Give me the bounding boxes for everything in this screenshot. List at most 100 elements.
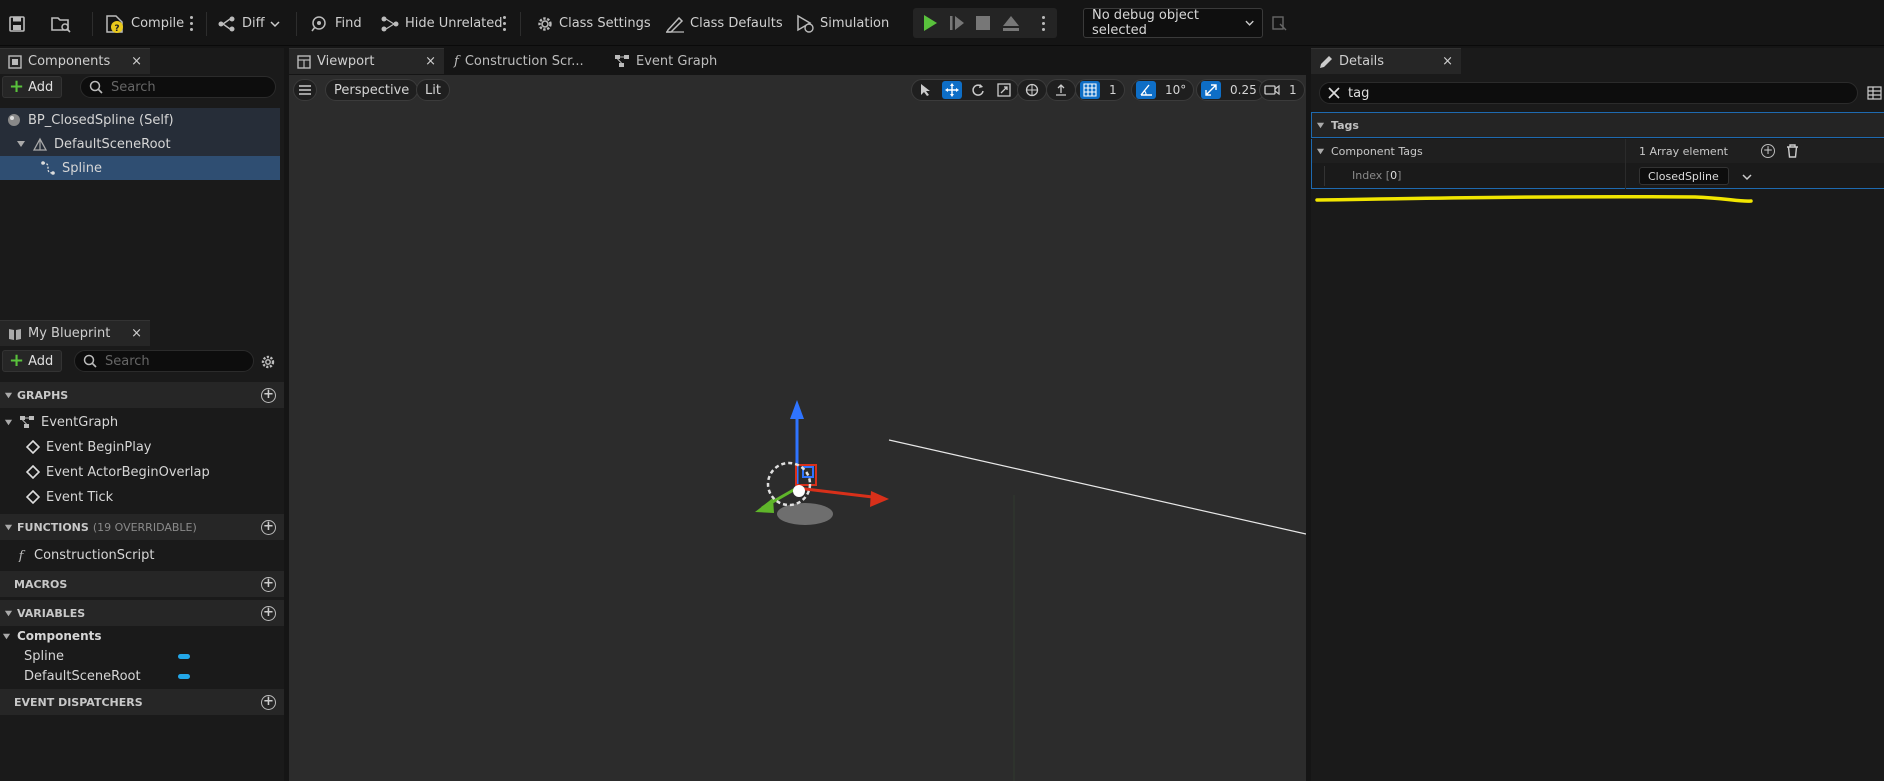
functions-section-header[interactable]: FUNCTIONS (19 OVERRIDABLE) +: [0, 514, 284, 540]
hide-unrelated-button[interactable]: Hide Unrelated: [380, 10, 503, 37]
graph-item-eventgraph[interactable]: EventGraph: [4, 410, 118, 434]
add-graph-icon[interactable]: +: [261, 388, 276, 403]
viewport-scene: [755, 400, 1306, 781]
debug-object-select[interactable]: No debug object selected: [1083, 8, 1263, 38]
find-icon: [311, 15, 326, 31]
array-element-row[interactable]: Index [0] ClosedSpline: [1311, 163, 1884, 189]
close-icon[interactable]: ×: [131, 54, 142, 69]
compile-options-button[interactable]: [190, 14, 194, 32]
event-graph-tab-label: Event Graph: [636, 53, 718, 69]
toolbar-divider: [296, 12, 297, 36]
add-label: Add: [28, 353, 54, 369]
event-dispatchers-section-header[interactable]: EVENT DISPATCHERS +: [0, 689, 284, 715]
tab-components[interactable]: Components ×: [0, 48, 150, 74]
variable-type-pill: [178, 674, 190, 679]
compile-status-icon: ?: [106, 14, 123, 34]
expand-arrow-icon[interactable]: [16, 139, 26, 149]
component-tags-row[interactable]: Component Tags 1 Array element +: [1311, 139, 1884, 163]
toolbar-divider: [92, 12, 93, 36]
search-input[interactable]: [105, 353, 241, 369]
transform-gizmo[interactable]: [755, 400, 889, 525]
save-button[interactable]: [8, 10, 26, 37]
simulation-button[interactable]: Simulation: [795, 10, 889, 37]
close-icon[interactable]: ×: [131, 326, 142, 341]
add-component-button[interactable]: + Add: [2, 76, 62, 98]
graphs-section-header[interactable]: GRAPHS +: [0, 382, 284, 408]
tab-details[interactable]: Details ×: [1311, 48, 1461, 74]
class-settings-button[interactable]: Class Settings: [536, 10, 651, 37]
eject-icon[interactable]: [1002, 14, 1020, 32]
my-blueprint-search[interactable]: [74, 350, 254, 372]
add-array-element-icon[interactable]: +: [1761, 144, 1775, 158]
graph-icon: [615, 55, 629, 67]
tab-viewport[interactable]: Viewport ×: [289, 48, 444, 74]
details-search[interactable]: [1319, 82, 1858, 104]
advance-frame-icon[interactable]: [948, 14, 966, 32]
details-tab-label: Details: [1339, 54, 1385, 69]
components-search[interactable]: [80, 76, 276, 98]
variables-category-components[interactable]: Components: [2, 626, 102, 646]
graphs-header-label: GRAPHS: [17, 388, 69, 402]
collapse-arrow-icon: [1316, 122, 1325, 128]
function-item-constructionscript[interactable]: f ConstructionScript: [14, 543, 155, 567]
variables-section-header[interactable]: VARIABLES +: [0, 600, 284, 626]
compile-label: Compile: [131, 16, 185, 31]
search-input[interactable]: [111, 79, 260, 95]
variable-item-spline[interactable]: Spline: [24, 646, 194, 666]
graph-item-event-actorbeginoverlap[interactable]: Event ActorBeginOverlap: [26, 460, 210, 484]
tags-category-header[interactable]: Tags: [1311, 112, 1884, 138]
graph-icon: [20, 416, 34, 428]
add-macro-icon[interactable]: +: [261, 577, 276, 592]
components-tabbar: Components ×: [0, 48, 150, 74]
collapse-arrow-icon: [1316, 148, 1325, 154]
add-dispatcher-icon[interactable]: +: [261, 695, 276, 710]
collapse-arrow-icon: [2, 633, 11, 639]
graph-item-event-tick[interactable]: Event Tick: [26, 485, 113, 509]
simulation-icon: [797, 14, 814, 33]
viewport[interactable]: Perspective Lit 1 10° 0.25 1: [289, 75, 1306, 781]
graph-label: Event ActorBeginOverlap: [46, 464, 210, 480]
close-icon[interactable]: ×: [1442, 54, 1453, 69]
diff-icon: [218, 16, 235, 31]
chevron-down-icon: [270, 20, 280, 27]
tree-item-default-scene-root[interactable]: DefaultSceneRoot: [0, 132, 280, 156]
tab-event-graph[interactable]: Event Graph: [604, 48, 734, 74]
chevron-down-icon[interactable]: [1742, 173, 1752, 181]
svg-text:f: f: [18, 549, 26, 562]
index-suffix: ]: [1397, 169, 1402, 182]
tree-item-self[interactable]: BP_ClosedSpline (Self): [0, 108, 280, 132]
search-icon: [89, 80, 103, 94]
compile-button[interactable]: ? Compile: [104, 10, 184, 37]
clear-search-icon[interactable]: [1328, 87, 1340, 99]
graph-item-event-beginplay[interactable]: Event BeginPlay: [26, 435, 152, 459]
indent-guide: [1324, 166, 1325, 186]
add-member-button[interactable]: + Add: [2, 350, 62, 372]
close-icon[interactable]: ×: [425, 54, 436, 69]
main-toolbar: ? Compile Diff Find Hide Unrelated Class…: [0, 0, 1884, 46]
add-function-icon[interactable]: +: [261, 520, 276, 535]
play-options-button[interactable]: [1042, 14, 1046, 32]
table-view-icon[interactable]: [1867, 86, 1882, 100]
debug-filter-icon[interactable]: [1270, 14, 1288, 32]
tag-value-field[interactable]: ClosedSpline: [1639, 167, 1729, 185]
tab-my-blueprint[interactable]: My Blueprint ×: [0, 320, 150, 346]
tree-item-spline[interactable]: Spline: [0, 156, 280, 180]
scene-component-icon: [32, 137, 48, 151]
stop-icon[interactable]: [975, 15, 991, 31]
diff-button[interactable]: Diff: [217, 10, 280, 37]
macros-section-header[interactable]: MACROS +: [0, 571, 284, 597]
gear-icon: [538, 16, 552, 31]
trash-icon[interactable]: [1786, 144, 1799, 158]
find-button[interactable]: Find: [310, 10, 362, 37]
book-icon: [9, 328, 21, 340]
variable-item-defaultsceneroot[interactable]: DefaultSceneRoot: [24, 666, 194, 686]
hide-unrelated-options-button[interactable]: [503, 14, 507, 32]
search-input[interactable]: [1348, 85, 1772, 101]
add-variable-icon[interactable]: +: [261, 606, 276, 621]
browse-button[interactable]: [50, 10, 72, 37]
play-icon[interactable]: [921, 14, 939, 32]
tab-construction-script[interactable]: f Construction Scr...: [444, 48, 604, 74]
class-defaults-button[interactable]: Class Defaults: [665, 10, 783, 37]
tree-item-label: Spline: [62, 160, 102, 176]
settings-gear-icon[interactable]: [260, 354, 276, 370]
